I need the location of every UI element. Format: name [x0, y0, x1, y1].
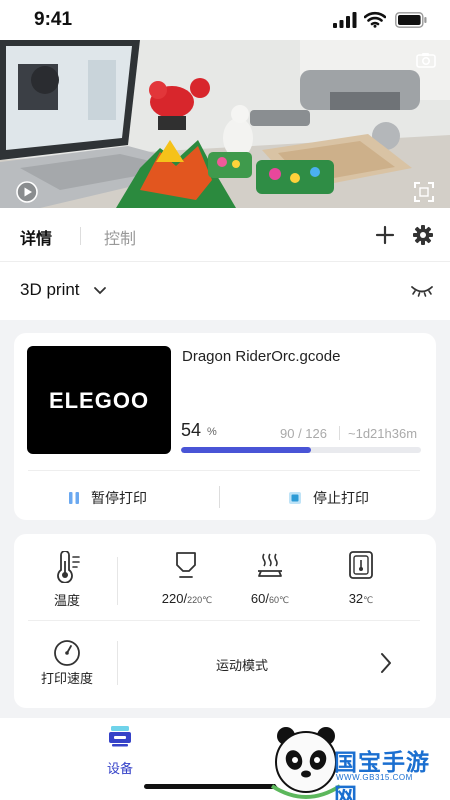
stop-icon	[289, 492, 301, 504]
progress-bar	[181, 447, 421, 453]
eye-closed-icon[interactable]	[410, 282, 434, 298]
printer-selector-row: 3D print	[0, 262, 450, 320]
action-divider	[219, 486, 220, 508]
pause-icon	[69, 492, 79, 504]
gear-icon[interactable]	[412, 224, 434, 246]
status-card-divider	[28, 620, 420, 621]
thermometer-icon	[57, 551, 80, 583]
chamber-temp-unit: ℃	[363, 595, 374, 605]
chevron-right-icon[interactable]	[378, 652, 394, 674]
wifi-icon	[364, 11, 386, 28]
nozzle-icon[interactable]	[174, 551, 198, 579]
speed-divider	[117, 641, 118, 685]
motion-mode-value: 运动模式	[215, 658, 268, 673]
job-card-divider	[28, 470, 420, 471]
chamber-icon	[349, 551, 373, 579]
snapshot-camera-icon[interactable]	[416, 52, 436, 68]
progress-percent: 54	[181, 420, 202, 440]
printer-devices-icon	[109, 726, 131, 747]
status-time: 9:41	[34, 9, 73, 30]
plus-icon[interactable]	[374, 224, 396, 246]
job-thumbnail: ELEGOO	[27, 346, 171, 454]
brand-logo: ELEGOO	[48, 388, 150, 413]
heated-bed-icon[interactable]	[256, 551, 284, 579]
tab-divider	[80, 227, 81, 245]
battery-icon	[395, 12, 427, 28]
job-filename: Dragon RiderOrc.gcode	[182, 348, 341, 365]
motion-mode-cell[interactable]: 运动模式	[190, 655, 294, 675]
nozzle-temperature[interactable]: 220/220℃	[150, 591, 224, 606]
bed-temp-value: 60/	[250, 591, 269, 606]
nozzle-temp-target: 220℃	[187, 595, 213, 605]
camera-preview[interactable]	[0, 40, 450, 208]
print-speed-label-cell: 打印速度	[30, 668, 104, 688]
layer-divider	[339, 426, 340, 440]
nav-devices[interactable]: 设备	[100, 725, 140, 777]
status-bar: 9:41	[0, 0, 450, 40]
camera-scene-image	[0, 40, 450, 208]
tab-details[interactable]: 详情	[20, 225, 54, 252]
progress-bar-fill	[181, 447, 311, 453]
bed-temp-target: 60℃	[268, 595, 290, 605]
fullscreen-icon[interactable]	[414, 182, 434, 202]
progress-percent-unit: %	[207, 426, 217, 438]
chevron-down-icon[interactable]	[93, 285, 107, 297]
tab-details-label: 详情	[20, 231, 53, 248]
nav-devices-label: 设备	[106, 761, 133, 776]
time-remaining: ~1d21h36m	[348, 426, 418, 441]
temp-divider	[117, 557, 118, 605]
watermark-text: 国宝手游网	[334, 749, 430, 800]
watermark-url: WWW.GB315.COM	[336, 773, 413, 782]
layer-count: 90 / 126	[280, 426, 327, 441]
tab-control[interactable]: 控制	[104, 225, 136, 249]
nozzle-temp-value: 220/	[161, 591, 188, 606]
tab-control-label: 控制	[104, 231, 137, 248]
print-speed-label: 打印速度	[40, 671, 93, 686]
stop-print-button[interactable]: 停止打印	[288, 487, 369, 509]
cellular-signal-icon	[333, 12, 357, 28]
bed-temperature[interactable]: 60/60℃	[240, 591, 300, 606]
pause-print-button[interactable]: 暂停打印	[67, 487, 147, 509]
play-icon[interactable]	[16, 181, 38, 203]
speedometer-icon	[54, 640, 80, 666]
chamber-temperature: 32℃	[336, 591, 386, 606]
stop-print-label: 停止打印	[313, 490, 369, 506]
pause-print-label: 暂停打印	[91, 490, 147, 506]
temperature-label-cell: 温度	[40, 590, 94, 610]
printer-name[interactable]: 3D print	[20, 280, 80, 300]
chamber-temp-value: 32	[348, 591, 364, 606]
temperature-label: 温度	[53, 593, 80, 608]
